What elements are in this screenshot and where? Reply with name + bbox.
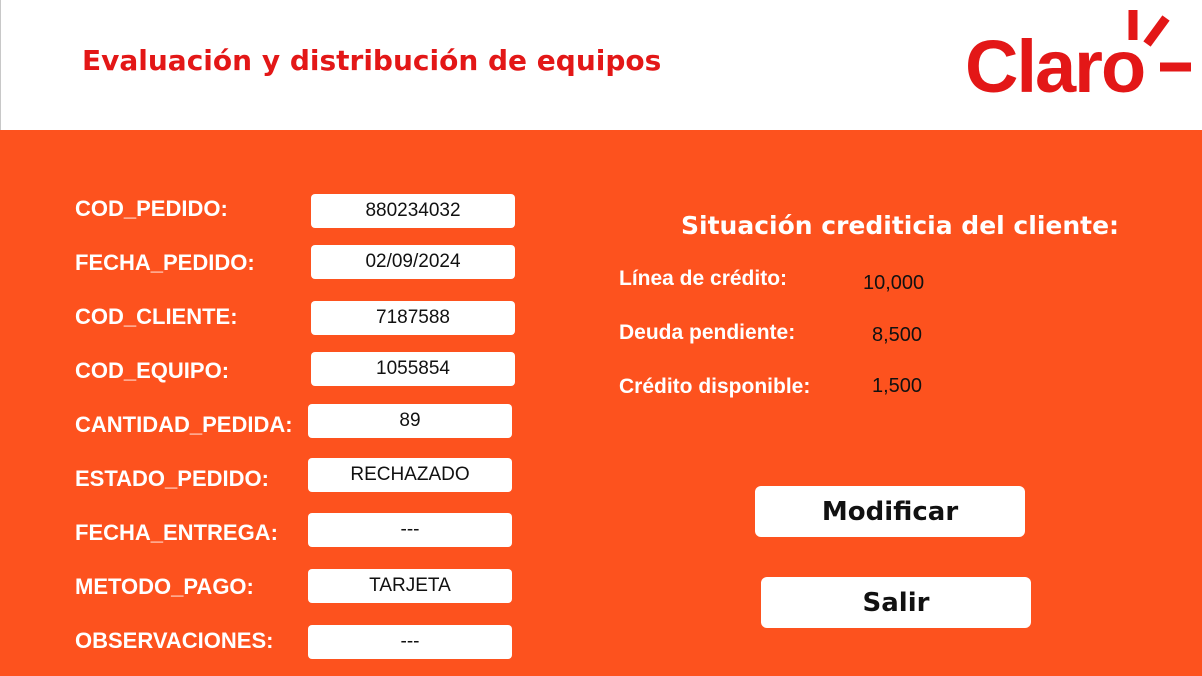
- cod-pedido-value: 880234032: [365, 200, 461, 221]
- cod-cliente-field[interactable]: 7187588: [311, 301, 515, 335]
- exit-button[interactable]: Salir: [761, 577, 1031, 628]
- cod-pedido-field[interactable]: 880234032: [311, 194, 515, 228]
- observaciones-label: OBSERVACIONES:: [75, 628, 274, 653]
- cod-equipo-field[interactable]: 1055854: [311, 352, 515, 386]
- credito-disponible-value: 1,500: [872, 375, 923, 397]
- fecha-entrega-value: ---: [400, 519, 420, 540]
- fecha-pedido-label: FECHA_PEDIDO:: [75, 250, 255, 275]
- fecha-entrega-field[interactable]: ---: [308, 513, 512, 547]
- estado-pedido-label: ESTADO_PEDIDO:: [75, 466, 269, 491]
- metodo-pago-value: TARJETA: [369, 575, 451, 596]
- deuda-pendiente-label: Deuda pendiente:: [619, 321, 796, 344]
- svg-text:Claro: Claro: [965, 25, 1144, 98]
- cod-equipo-value: 1055854: [376, 358, 450, 379]
- deuda-pendiente-value: 8,500: [872, 324, 923, 346]
- cod-equipo-label: COD_EQUIPO:: [75, 358, 230, 383]
- cantidad-pedida-field[interactable]: 89: [308, 404, 512, 438]
- cod-cliente-value: 7187588: [376, 307, 450, 328]
- page-title: Evaluación y distribución de equipos: [82, 44, 662, 77]
- observaciones-field[interactable]: ---: [308, 625, 512, 659]
- observaciones-value: ---: [400, 631, 420, 652]
- modify-button[interactable]: Modificar: [755, 486, 1025, 537]
- fecha-pedido-field[interactable]: 02/09/2024: [311, 245, 515, 279]
- cantidad-pedida-value: 89: [399, 410, 421, 431]
- fecha-pedido-value: 02/09/2024: [365, 251, 461, 272]
- estado-pedido-value: RECHAZADO: [350, 464, 470, 485]
- linea-credito-value: 10,000: [863, 272, 925, 294]
- claro-logo: Claro: [965, 10, 1191, 98]
- linea-credito-label: Línea de crédito:: [619, 267, 788, 290]
- credit-section-title: Situación crediticia del cliente:: [681, 211, 1120, 240]
- header-bar: Evaluación y distribución de equipos Cla…: [0, 0, 1202, 130]
- credito-disponible-label: Crédito disponible:: [619, 375, 811, 398]
- cod-pedido-label: COD_PEDIDO:: [75, 196, 228, 221]
- cod-cliente-label: COD_CLIENTE:: [75, 304, 238, 329]
- main-panel: COD_PEDIDO: 880234032 FECHA_PEDIDO: 02/0…: [0, 130, 1202, 676]
- fecha-entrega-label: FECHA_ENTREGA:: [75, 520, 278, 545]
- metodo-pago-field[interactable]: TARJETA: [308, 569, 512, 603]
- cantidad-pedida-label: CANTIDAD_PEDIDA:: [75, 412, 293, 437]
- metodo-pago-label: METODO_PAGO:: [75, 574, 254, 599]
- estado-pedido-field[interactable]: RECHAZADO: [308, 458, 512, 492]
